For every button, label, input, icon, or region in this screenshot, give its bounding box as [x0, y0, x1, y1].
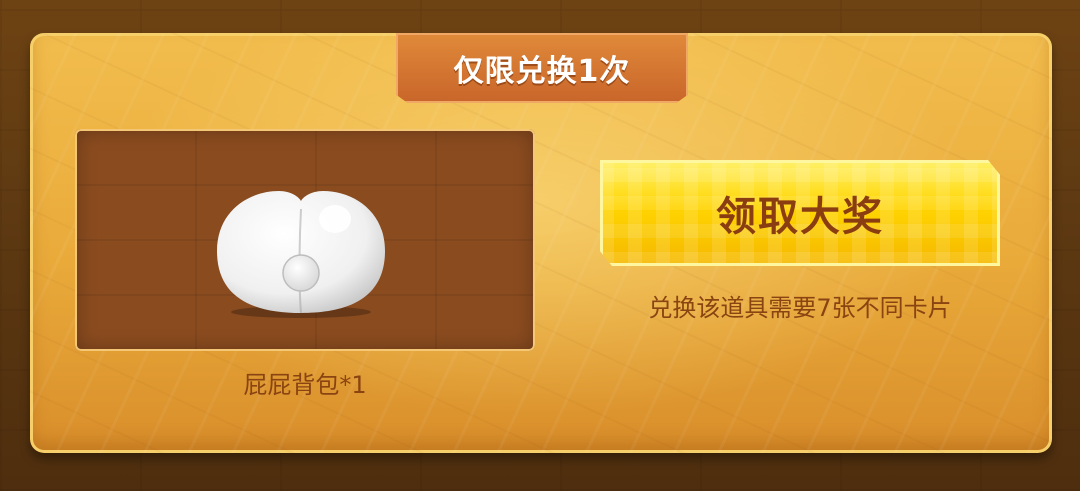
item-label: 屁屁背包*1 — [243, 371, 367, 399]
limit-tag: 仅限兑换1次 — [396, 33, 688, 103]
limit-tag-text: 仅限兑换1次 — [453, 54, 631, 89]
exchange-requirement-text: 兑换该道具需要7张不同卡片 — [648, 294, 952, 322]
bun-backpack-icon — [217, 191, 385, 318]
item-preview-box — [75, 129, 535, 351]
claim-prize-label: 领取大奖 — [716, 194, 884, 240]
claim-prize-button[interactable]: 领取大奖 — [600, 160, 1000, 266]
